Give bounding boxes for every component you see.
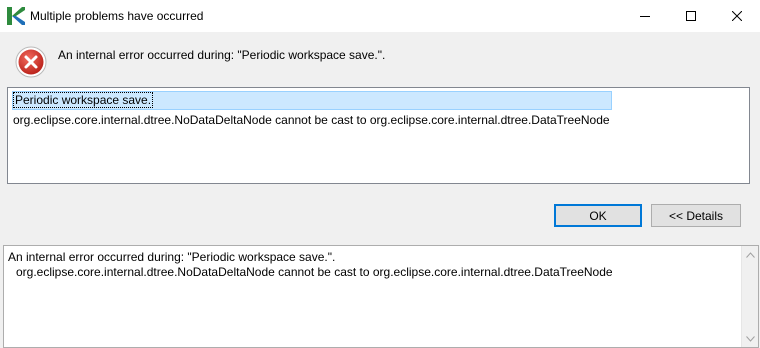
details-toggle-button[interactable]: << Details	[651, 204, 741, 227]
problem-list[interactable]: Periodic workspace save. org.eclipse.cor…	[7, 87, 750, 184]
details-text-area[interactable]: An internal error occurred during: "Peri…	[3, 245, 759, 348]
details-line: org.eclipse.core.internal.dtree.NoDataDe…	[16, 265, 613, 279]
error-message: An internal error occurred during: "Peri…	[58, 48, 386, 62]
minimize-button[interactable]	[622, 0, 668, 32]
error-dialog: Multiple problems have occurred An inter…	[0, 0, 760, 348]
close-icon	[732, 11, 742, 21]
ok-button[interactable]: OK	[554, 204, 642, 227]
maximize-button[interactable]	[668, 0, 714, 32]
maximize-icon	[686, 11, 696, 21]
list-item-label: Periodic workspace save.	[13, 92, 154, 108]
list-item-label: org.eclipse.core.internal.dtree.NoDataDe…	[13, 113, 610, 127]
minimize-icon	[640, 16, 650, 17]
kepler-app-icon	[7, 7, 25, 25]
window-title: Multiple problems have occurred	[30, 9, 204, 23]
message-area: An internal error occurred during: "Peri…	[0, 32, 760, 82]
list-item[interactable]: Periodic workspace save.	[13, 92, 154, 109]
details-line: An internal error occurred during: "Peri…	[8, 250, 336, 264]
close-button[interactable]	[714, 0, 760, 32]
chevron-down-icon	[746, 335, 755, 342]
chevron-up-icon	[746, 251, 755, 258]
list-item[interactable]: org.eclipse.core.internal.dtree.NoDataDe…	[13, 112, 610, 129]
error-icon	[15, 46, 47, 78]
scroll-up-button[interactable]	[742, 246, 759, 263]
scroll-down-button[interactable]	[742, 330, 759, 347]
title-bar[interactable]: Multiple problems have occurred	[0, 0, 760, 32]
vertical-scrollbar[interactable]	[741, 246, 758, 347]
